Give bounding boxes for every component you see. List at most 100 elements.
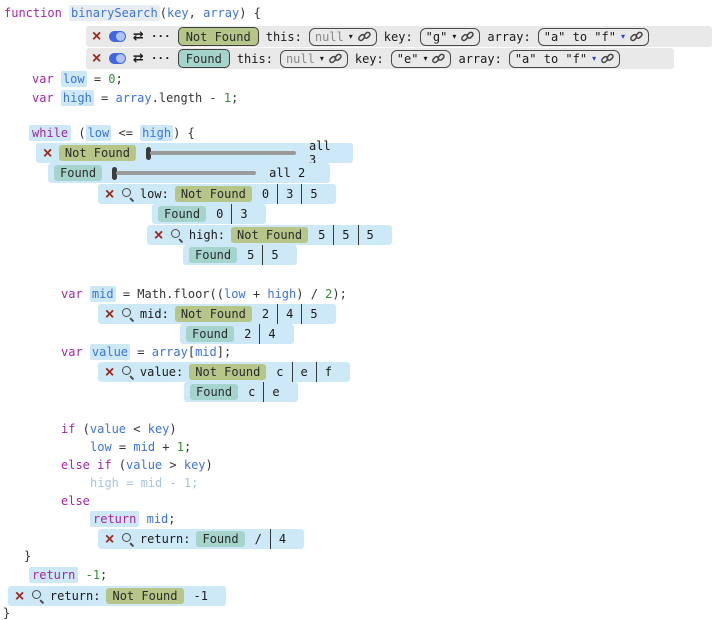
link-icon[interactable] [630, 30, 643, 43]
value-cell: 5 [239, 245, 262, 265]
invocation-row-found: × ⇄ ··· Found this: null ▾ key: "e" ▾ ar… [86, 48, 674, 69]
code-token: [ [188, 345, 195, 359]
code-token: high [140, 125, 173, 141]
key-dropdown[interactable]: "e" ▾ [391, 50, 452, 68]
search-icon[interactable] [170, 228, 183, 242]
loop-probe-not-found: × Not Found all 3 [36, 143, 353, 163]
code-token: ; [168, 512, 175, 526]
code-token: ) [169, 422, 176, 436]
this-dropdown[interactable]: null ▾ [309, 28, 377, 46]
code-token: low [90, 440, 112, 454]
code-token: ) { [173, 126, 195, 140]
code-token: mid [133, 440, 155, 454]
probe-mid-found: Found 24 [180, 324, 294, 344]
not-found-badge[interactable]: Not Found [175, 306, 252, 322]
code-token: = [112, 440, 134, 454]
slider-track[interactable] [150, 151, 296, 155]
search-icon[interactable] [121, 365, 134, 379]
probe-high-not-found: × high: Not Found 555 [147, 225, 392, 245]
this-value: null [286, 52, 315, 66]
code-token: value [126, 458, 162, 472]
search-icon[interactable] [121, 187, 134, 201]
probe-values: cef [268, 362, 340, 382]
probe-return-found: × return: Found /4 [98, 529, 304, 549]
close-icon[interactable]: × [91, 30, 102, 43]
swap-arrows-icon[interactable]: ⇄ [133, 52, 144, 65]
close-icon[interactable]: × [42, 147, 53, 160]
code-token: = [87, 72, 109, 86]
key-value: "g" [426, 30, 448, 44]
close-icon[interactable]: × [104, 308, 115, 321]
code-token: else [61, 494, 90, 508]
close-icon[interactable]: × [104, 366, 115, 379]
value-cell: -1 [186, 586, 216, 606]
link-icon[interactable] [461, 30, 474, 43]
not-found-badge[interactable]: Not Found [106, 588, 183, 604]
code-token: key [184, 458, 206, 472]
code-line-close-fn: } [3, 605, 10, 620]
found-badge[interactable]: Found [158, 206, 206, 222]
code-token: low [61, 71, 87, 87]
toggle-on-icon[interactable] [109, 31, 126, 42]
found-badge[interactable]: Found [196, 531, 244, 547]
found-badge[interactable]: Found [186, 326, 234, 342]
code-token: mid [147, 512, 169, 526]
code-line-return-mid: return mid; [90, 511, 176, 527]
link-icon[interactable] [329, 52, 342, 65]
code-line-high-assign: high = mid - 1; [90, 475, 198, 491]
code-token: high [267, 287, 296, 301]
close-icon[interactable]: × [104, 188, 115, 201]
value-cell: 4 [270, 529, 294, 549]
search-icon[interactable] [121, 307, 134, 321]
close-icon[interactable]: × [153, 229, 164, 242]
code-token: value [90, 422, 126, 436]
value-cell: e [263, 382, 287, 402]
key-value: "e" [397, 52, 419, 66]
link-icon[interactable] [358, 30, 371, 43]
array-dropdown[interactable]: "a" to "f" ▾ [509, 50, 620, 68]
slider-track[interactable] [116, 171, 256, 175]
close-icon[interactable]: × [104, 533, 115, 546]
array-dropdown[interactable]: "a" to "f" ▾ [538, 28, 649, 46]
more-options-icon[interactable]: ··· [151, 53, 171, 64]
value-cell: e [292, 362, 316, 382]
not-found-badge[interactable]: Not Found [175, 186, 252, 202]
more-options-icon[interactable]: ··· [151, 31, 171, 42]
probe-variable-label: value: [140, 365, 183, 379]
code-token: = [94, 91, 116, 105]
found-badge-button[interactable]: Found [178, 49, 230, 68]
code-token: if [61, 422, 75, 436]
code-line-function: function binarySearch(key, array) { [4, 5, 261, 21]
not-found-badge[interactable]: Not Found [189, 364, 266, 380]
key-dropdown[interactable]: "g" ▾ [420, 28, 481, 46]
chevron-down-icon: ▾ [621, 33, 625, 41]
code-token: array [152, 345, 188, 359]
not-found-badge[interactable]: Not Found [59, 145, 136, 161]
link-icon[interactable] [432, 52, 445, 65]
code-token: ) [206, 458, 213, 472]
iteration-slider[interactable] [146, 147, 296, 160]
found-badge[interactable]: Found [54, 165, 102, 181]
code-token: ( [160, 6, 167, 20]
close-icon[interactable]: × [14, 590, 25, 603]
code-line-close-while: } [24, 548, 31, 564]
link-icon[interactable] [601, 52, 614, 65]
toggle-on-icon[interactable] [109, 53, 126, 64]
code-token: return [29, 567, 78, 583]
not-found-badge-button[interactable]: Not Found [178, 27, 259, 46]
iteration-slider[interactable] [112, 167, 256, 180]
probe-variable-label: return: [50, 589, 101, 603]
swap-arrows-icon[interactable]: ⇄ [133, 30, 144, 43]
search-icon[interactable] [121, 532, 134, 546]
this-dropdown[interactable]: null ▾ [280, 50, 348, 68]
code-token: ) / [296, 287, 325, 301]
search-icon[interactable] [31, 589, 44, 603]
probe-mid-not-found: × mid: Not Found 245 [98, 304, 336, 324]
code-token: + [155, 440, 177, 454]
key-label: key: [384, 30, 413, 44]
found-badge[interactable]: Found [190, 384, 238, 400]
not-found-badge[interactable]: Not Found [231, 227, 308, 243]
array-label: array: [458, 52, 501, 66]
close-icon[interactable]: × [91, 52, 102, 65]
found-badge[interactable]: Found [189, 247, 237, 263]
